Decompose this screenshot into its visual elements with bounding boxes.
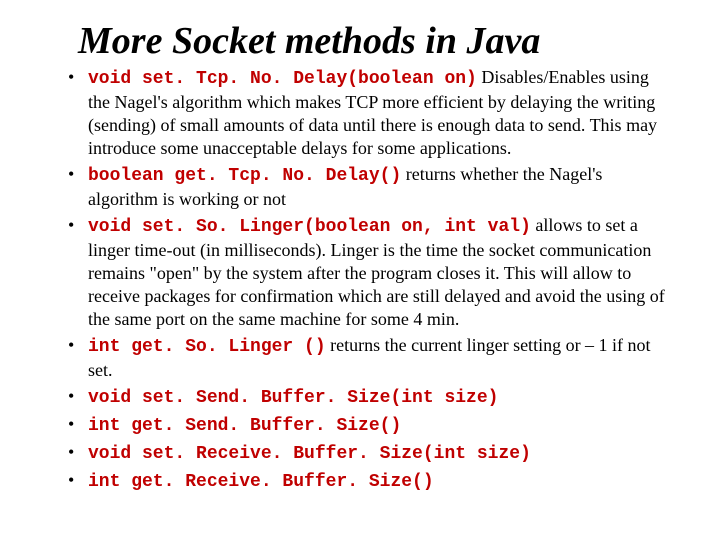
code-span: int get. Receive. Buffer. Size()	[88, 472, 434, 492]
code-span: void set. Receive. Buffer. Size(int size…	[88, 444, 531, 464]
list-item: int get. Receive. Buffer. Size()	[68, 469, 670, 494]
code-span: void set. Send. Buffer. Size(int size)	[88, 388, 498, 408]
code-span: void set. So. Linger(boolean on, int val…	[88, 217, 531, 237]
bullet-list: void set. Tcp. No. Delay(boolean on) Dis…	[40, 66, 680, 495]
list-item: void set. Tcp. No. Delay(boolean on) Dis…	[68, 66, 670, 160]
code-span: int get. So. Linger ()	[88, 337, 326, 357]
code-span: void set. Tcp. No. Delay(boolean on)	[88, 69, 477, 89]
slide-title: More Socket methods in Java	[78, 22, 680, 62]
list-item: boolean get. Tcp. No. Delay() returns wh…	[68, 163, 670, 211]
code-span: int get. Send. Buffer. Size()	[88, 416, 401, 436]
slide: More Socket methods in Java void set. Tc…	[0, 0, 720, 540]
list-item: int get. Send. Buffer. Size()	[68, 413, 670, 438]
code-span: boolean get. Tcp. No. Delay()	[88, 166, 401, 186]
list-item: void set. Send. Buffer. Size(int size)	[68, 385, 670, 410]
list-item: int get. So. Linger () returns the curre…	[68, 334, 670, 382]
list-item: void set. Receive. Buffer. Size(int size…	[68, 441, 670, 466]
list-item: void set. So. Linger(boolean on, int val…	[68, 214, 670, 331]
